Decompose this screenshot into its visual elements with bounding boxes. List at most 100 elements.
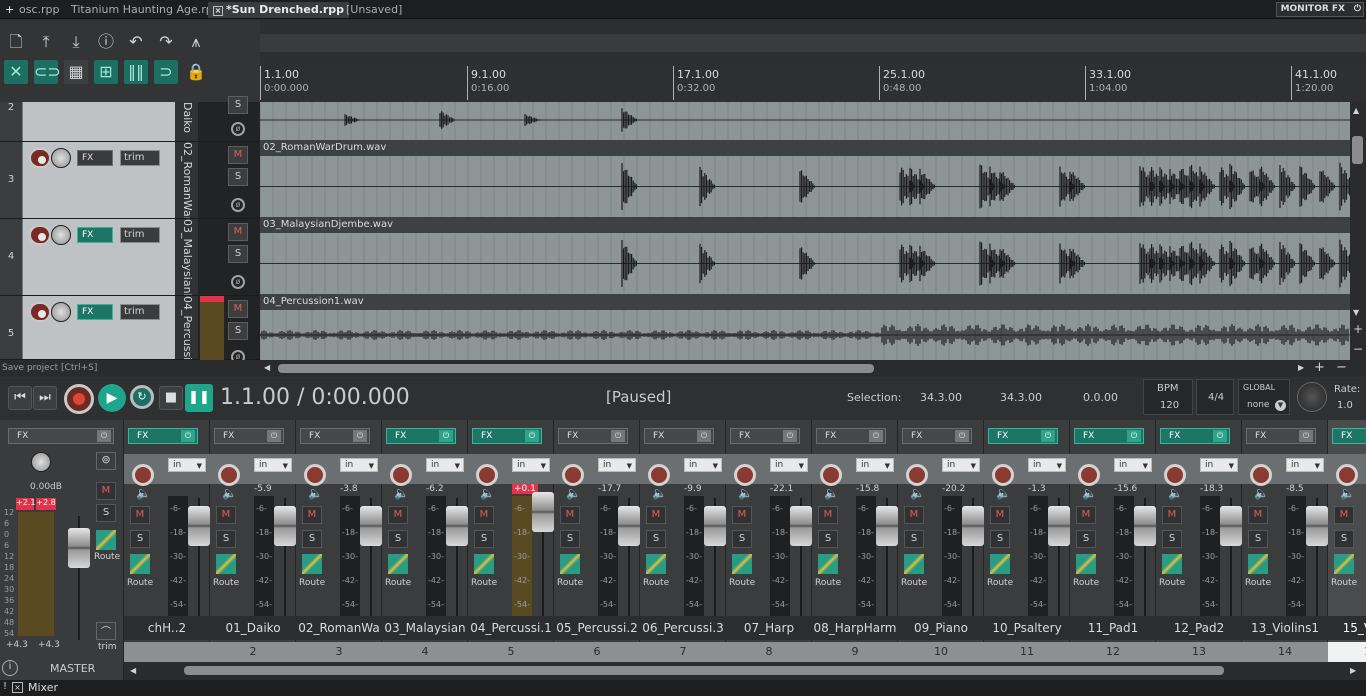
input-select[interactable]: in ▼	[684, 458, 722, 472]
mixer-channel[interactable]: FX ⏻ in ▼ 🔈 -1.3 -6- -18- -30- -42- -54- M S Route 10_…	[984, 420, 1070, 662]
phase-icon[interactable]: ø	[231, 198, 245, 212]
channel-mute-button[interactable]: M	[302, 506, 322, 524]
tab-sun-drenched[interactable]: × *Sun Drenched.rpp	[208, 2, 350, 18]
channel-mute-button[interactable]: M	[388, 506, 408, 524]
channel-record-arm[interactable]	[132, 464, 154, 486]
tab-unsaved[interactable]: [Unsaved]	[341, 2, 407, 18]
channel-route-icon[interactable]	[474, 554, 494, 574]
track-panel[interactable]: FX trim	[22, 219, 175, 295]
channel-mute-button[interactable]: M	[990, 506, 1010, 524]
track-lane[interactable]	[260, 233, 1350, 294]
record-button[interactable]	[64, 384, 94, 414]
track-lane[interactable]	[260, 102, 1350, 138]
trim-envelope-icon[interactable]: ⌒	[96, 622, 116, 640]
channel-fader[interactable]	[790, 506, 812, 546]
mixer-channel[interactable]: FX ⏻ in ▼ 🔈 -20.2 -6- -18- -30- -42- -54- M S Route 09…	[898, 420, 984, 662]
channel-volume[interactable]: -5.9	[254, 484, 272, 494]
mixer-scroll-thumb[interactable]	[184, 666, 1224, 675]
mixer-channel[interactable]: FX ⏻ in ▼ 🔈 -17.7 -6- -18- -30- -42- -54- M S Route 05…	[554, 420, 640, 662]
ruler-region-lane[interactable]	[260, 34, 1366, 52]
channel-solo-button[interactable]: S	[130, 530, 150, 548]
channel-mute-button[interactable]: M	[1248, 506, 1268, 524]
channel-fader[interactable]	[532, 492, 554, 532]
trim-button[interactable]: trim	[120, 304, 160, 320]
channel-mute-button[interactable]: M	[818, 506, 838, 524]
arrange-view[interactable]: 02_RomanWarDrum.wav 03_MalaysianDjembe.w…	[260, 102, 1350, 360]
input-select[interactable]: in ▼	[770, 458, 808, 472]
channel-name[interactable]: 10_Psaltery	[984, 616, 1070, 640]
mixer-channel[interactable]: FX ⏻ in ▼ 🔈 -3.8 -6- -18- -30- -42- -54- M S Route 02_…	[296, 420, 382, 662]
vertical-scroll-thumb[interactable]	[1352, 136, 1363, 164]
timeline-ruler[interactable]: 1.1.00 0:00.000 9.1.00 0:16.00 17.1.00 0:32…	[260, 64, 1366, 102]
input-select[interactable]: in ▼	[168, 458, 206, 472]
channel-solo-button[interactable]: S	[1248, 530, 1268, 548]
channel-fx-button[interactable]: FX⏻	[214, 428, 284, 444]
mixer-channel[interactable]: FX ⏻ in ▼ 🔈 +0.1 -6- -18- -30- -42- -54- M S Route 04_…	[468, 420, 554, 662]
channel-name[interactable]: 05_Percussi.2	[554, 616, 640, 640]
track-panel[interactable]	[22, 102, 175, 141]
input-select[interactable]: in ▼	[512, 458, 550, 472]
channel-record-arm[interactable]	[992, 464, 1014, 486]
channel-route-icon[interactable]	[732, 554, 752, 574]
redo-icon[interactable]: ↷	[154, 30, 178, 54]
media-item-header[interactable]: 03_MalaysianDjembe.wav	[260, 217, 1350, 233]
solo-button[interactable]: S	[228, 322, 248, 340]
mixer-tab[interactable]: Mixer	[28, 681, 58, 694]
channel-record-arm[interactable]	[390, 464, 412, 486]
track-name[interactable]: Daiko	[176, 102, 198, 141]
channel-name[interactable]: 15_Violas	[1328, 616, 1366, 640]
channel-volume[interactable]: -8.5	[1286, 484, 1304, 494]
media-item-header[interactable]: 04_Percussion1.wav	[260, 294, 1350, 310]
channel-volume[interactable]: -6.2	[426, 484, 444, 494]
channel-route-icon[interactable]	[1162, 554, 1182, 574]
fx-button[interactable]: FX	[77, 227, 113, 243]
track-row[interactable]: 3 FX trim 02_RomanWarDrum M S ø	[0, 142, 260, 219]
scroll-down-icon[interactable]: ▼	[1353, 308, 1359, 317]
channel-name[interactable]: 03_Malaysian	[382, 616, 468, 640]
mixer-channel[interactable]: FX ⏻ in ▼ 🔈 -8.5 -6- -18- -30- -42- -54- M S Route 13_…	[1242, 420, 1328, 662]
go-to-end-icon[interactable]: ⏭	[33, 386, 57, 410]
channel-mute-button[interactable]: M	[130, 506, 150, 524]
vertical-scrollbar[interactable]: ▲ ▼ + −	[1350, 102, 1366, 360]
channel-fader[interactable]	[1048, 506, 1070, 546]
master-pan-knob[interactable]	[31, 452, 51, 472]
channel-route-icon[interactable]	[1248, 554, 1268, 574]
channel-fx-button[interactable]: FX⏻	[1332, 428, 1366, 444]
channel-mute-button[interactable]: M	[560, 506, 580, 524]
playrate-knob[interactable]	[1297, 382, 1327, 412]
channel-mute-button[interactable]: M	[1334, 506, 1354, 524]
channel-volume[interactable]: -18.3	[1200, 484, 1223, 494]
scroll-right-icon[interactable]: ▶	[1350, 666, 1356, 675]
envelope-icon[interactable]: ‖‖	[124, 60, 148, 84]
volume-knob[interactable]	[51, 302, 71, 322]
mixer-channel[interactable]: FX ⏻ in ▼ 🔈 -18.3 -6- -18- -30- -42- -54- M S Route 12…	[1156, 420, 1242, 662]
mixer-channel[interactable]: FX⏻in▼🔈-8.8-6--18--30--42--54-MSRoute15_…	[1328, 420, 1366, 662]
track-name[interactable]: 02_RomanWarDrum	[176, 142, 198, 218]
input-select[interactable]: in ▼	[426, 458, 464, 472]
mono-stereo-icon[interactable]: ⊚	[96, 452, 116, 470]
channel-record-arm[interactable]	[734, 464, 756, 486]
volume-knob[interactable]	[51, 148, 71, 168]
channel-route-icon[interactable]	[646, 554, 666, 574]
metronome-icon[interactable]: ⩚	[184, 30, 208, 54]
channel-route-icon[interactable]	[130, 554, 150, 574]
master-fader[interactable]	[68, 528, 90, 568]
docker-menu-icon[interactable]: !	[3, 681, 7, 692]
channel-fader[interactable]	[704, 506, 726, 546]
channel-fader[interactable]	[618, 506, 640, 546]
input-select[interactable]: in ▼	[856, 458, 894, 472]
trim-button[interactable]: trim	[120, 150, 160, 166]
zoom-out-vertical-icon[interactable]: −	[1353, 342, 1363, 356]
mute-button[interactable]: M	[228, 300, 248, 318]
media-item-header[interactable]: 02_RomanWarDrum.wav	[260, 140, 1350, 156]
channel-fader[interactable]	[188, 506, 210, 546]
mute-button[interactable]: M	[228, 223, 248, 241]
track-row[interactable]: 5 FX trim 04_Percussion1 M S ø	[0, 296, 260, 364]
channel-solo-button[interactable]: S	[818, 530, 838, 548]
channel-fader[interactable]	[446, 506, 468, 546]
mixer-channel[interactable]: FX ⏻ in ▼ 🔈 -6.2 -6- -18- -30- -42- -54- M S Route 03_…	[382, 420, 468, 662]
zoom-in-horizontal-icon[interactable]: +	[1314, 360, 1325, 375]
channel-volume[interactable]: -3.8	[340, 484, 358, 494]
channel-solo-button[interactable]: S	[302, 530, 322, 548]
input-select[interactable]: in ▼	[1114, 458, 1152, 472]
